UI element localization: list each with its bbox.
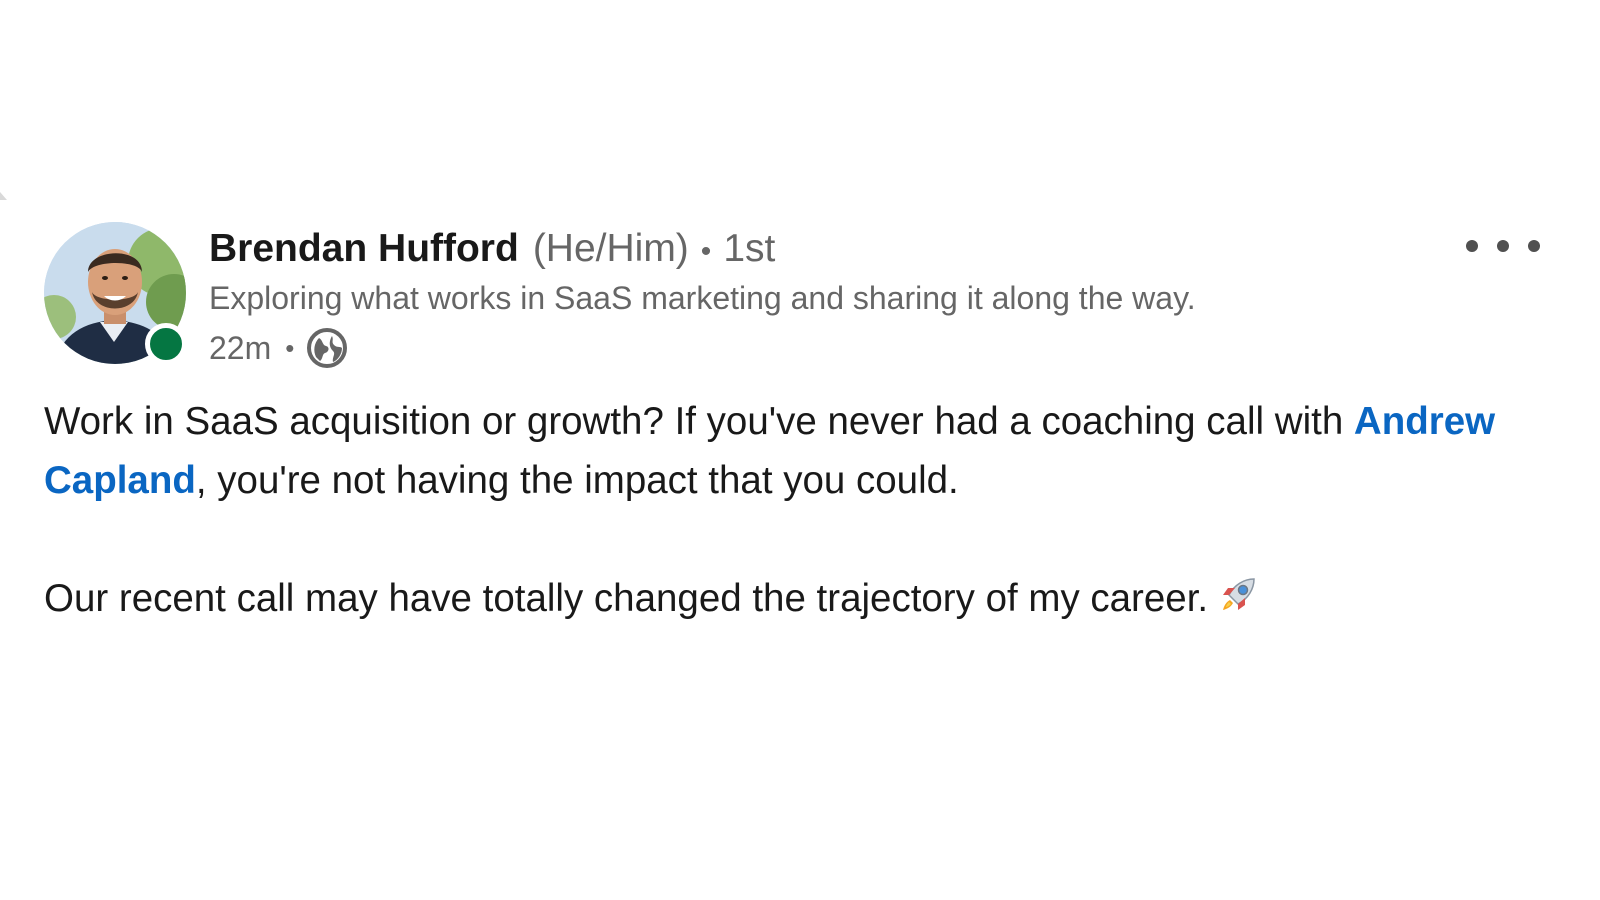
post-menu-button[interactable] <box>1466 226 1540 266</box>
more-horizontal-icon <box>1466 240 1478 252</box>
post-text-segment: , you're not having the impact that you … <box>195 459 959 502</box>
post-paragraph-1: Work in SaaS acquisition or growth? If y… <box>44 392 1554 510</box>
globe-icon <box>307 328 348 368</box>
author-name-link[interactable]: Brendan Hufford <box>209 227 519 271</box>
author-pronouns: (He/Him) <box>532 227 689 270</box>
online-status-indicator <box>145 323 187 365</box>
post-paragraph-2: Our recent call may have totally changed… <box>44 569 1554 628</box>
post-timestamp[interactable]: 22m <box>209 330 271 367</box>
author-headline: Exploring what works in SaaS marketing a… <box>209 280 1196 316</box>
post-text-segment: Work in SaaS acquisition or growth? If y… <box>44 400 1354 443</box>
post-body: Work in SaaS acquisition or growth? If y… <box>44 392 1554 628</box>
more-horizontal-icon <box>1528 240 1540 252</box>
meta-separator: • <box>285 332 295 363</box>
post-text-segment: Our recent call may have totally changed… <box>44 577 1209 620</box>
rocket-icon <box>1223 578 1255 610</box>
connection-degree: 1st <box>723 227 776 270</box>
feed-post: Brendan Hufford (He/Him) • 1st Exploring… <box>0 0 1600 900</box>
post-meta: 22m • <box>209 325 348 371</box>
author-line: Brendan Hufford (He/Him) • 1st <box>209 227 775 275</box>
connection-separator: • <box>700 235 712 268</box>
more-horizontal-icon <box>1497 240 1509 252</box>
